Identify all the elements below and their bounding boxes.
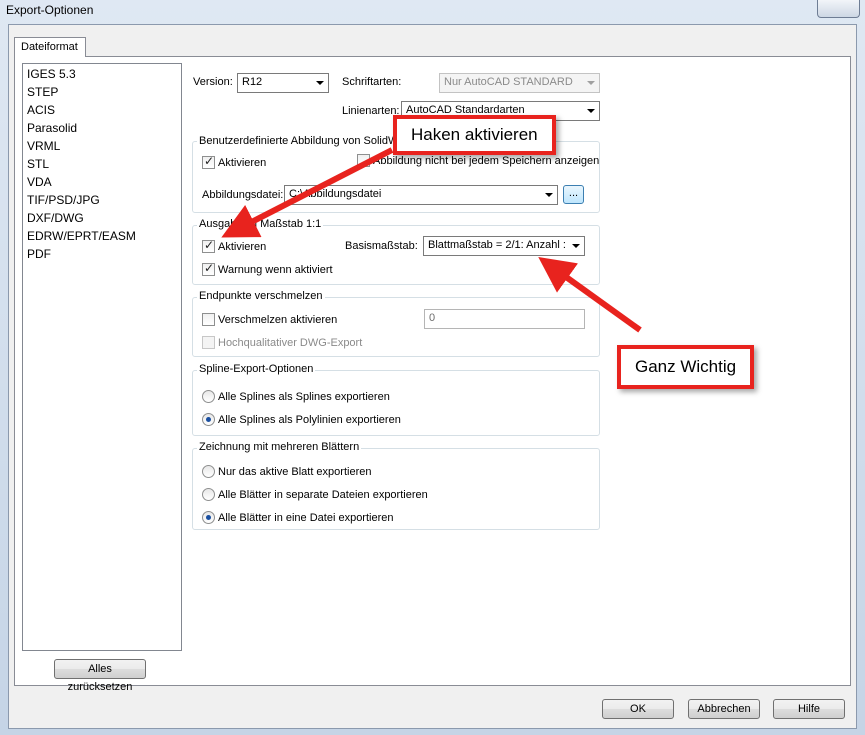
callout-ganz-wichtig: Ganz Wichtig bbox=[617, 345, 755, 389]
callout-haken-aktivieren: Haken aktivieren bbox=[393, 115, 556, 155]
annotation-arrow-1 bbox=[221, 147, 394, 238]
annotation-arrow-2 bbox=[538, 257, 642, 333]
